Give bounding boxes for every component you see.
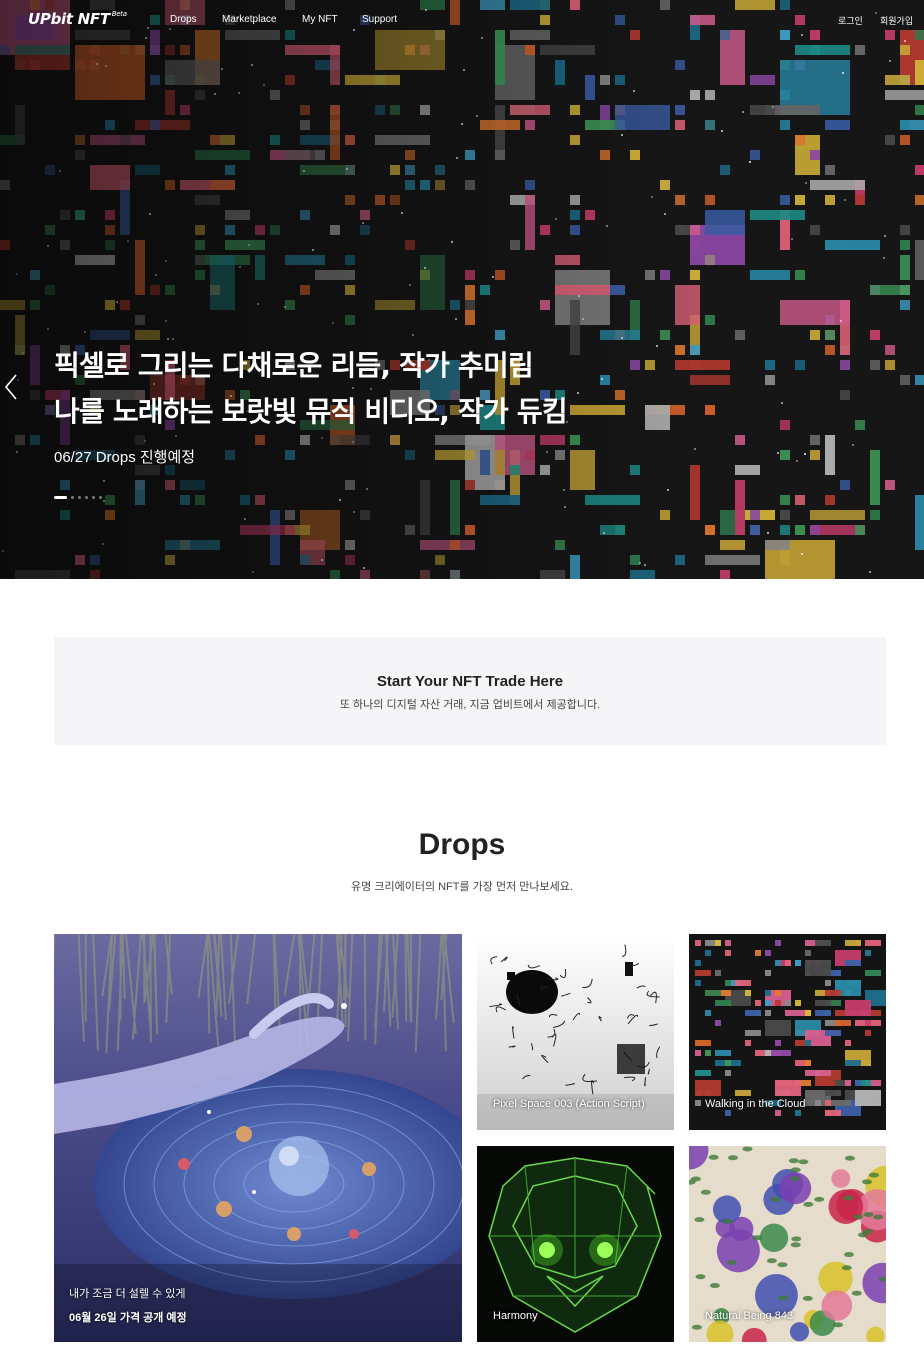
drop-card-walking-in-the-cloud[interactable]: Walking in the Cloud xyxy=(689,934,886,1130)
beta-badge: Beta xyxy=(111,10,127,18)
featured-drop-date: 06월 26일 가격 공개 예정 xyxy=(69,1312,187,1324)
drop-card-pixel-space[interactable]: Pixel Space 003 (Action Script) xyxy=(477,934,674,1130)
carousel-dot[interactable] xyxy=(85,496,88,499)
info-title: Start Your NFT Trade Here xyxy=(376,673,564,690)
featured-drop-image xyxy=(54,934,462,1342)
hero-subtitle: 06/27 Drops 진행예정 xyxy=(54,449,196,466)
hero-title: 픽셀로 그리는 다채로운 리듬, 작가 추미림 나를 노래하는 보랏빛 뮤직 비… xyxy=(54,343,568,435)
carousel-dot[interactable] xyxy=(99,496,102,499)
info-subtitle: 또 하나의 디지털 자산 거래, 지금 업비트에서 제공합니다. xyxy=(339,699,601,711)
drops-subtitle: 유명 크리에이터의 NFT를 가장 먼저 만나보세요. xyxy=(351,881,573,893)
drop-card-label: Harmony xyxy=(493,1310,538,1322)
hero-title-line-2: 나를 노래하는 보랏빛 뮤직 비디오, 작가 듀킴 xyxy=(54,395,568,428)
drop-card-natural-being[interactable]: Natural Being 843 xyxy=(689,1146,886,1342)
drop-card-harmony[interactable]: Harmony xyxy=(477,1146,674,1342)
drop-card-label: Natural Being 843 xyxy=(705,1310,794,1322)
carousel-dot[interactable] xyxy=(78,496,81,499)
drop-card-label: Pixel Space 003 (Action Script) xyxy=(493,1098,645,1110)
featured-drop-title: 내가 조금 더 설렐 수 있게 xyxy=(69,1288,186,1300)
carousel-dot[interactable] xyxy=(54,496,67,499)
hero-shade xyxy=(0,0,924,579)
carousel-dot[interactable] xyxy=(71,496,74,499)
top-navigation: UPbit NFT Beta Drops Marketplace My NFT S… xyxy=(0,0,924,40)
featured-drop-card[interactable]: 내가 조금 더 설렐 수 있게 06월 26일 가격 공개 예정 xyxy=(54,934,462,1342)
login-link[interactable]: 로그인 xyxy=(838,14,863,27)
carousel-dot[interactable] xyxy=(92,496,95,499)
nav-support[interactable]: Support xyxy=(362,14,397,25)
trade-info-banner: Start Your NFT Trade Here 또 하나의 디지털 자산 거… xyxy=(54,637,886,745)
nav-drops[interactable]: Drops xyxy=(170,14,197,25)
brand-logo[interactable]: UPbit NFT Beta xyxy=(28,10,127,28)
hero-title-line-1: 픽셀로 그리는 다채로운 리듬, 작가 추미림 xyxy=(54,349,534,382)
signup-link[interactable]: 회원가입 xyxy=(880,14,913,27)
drops-heading: Drops xyxy=(418,828,506,861)
chevron-left-icon[interactable] xyxy=(2,372,22,402)
nav-my-nft[interactable]: My NFT xyxy=(302,14,338,25)
nav-marketplace[interactable]: Marketplace xyxy=(222,14,276,25)
hero-banner[interactable]: UPbit NFT Beta Drops Marketplace My NFT S… xyxy=(0,0,924,579)
drop-card-label: Walking in the Cloud xyxy=(705,1098,806,1110)
